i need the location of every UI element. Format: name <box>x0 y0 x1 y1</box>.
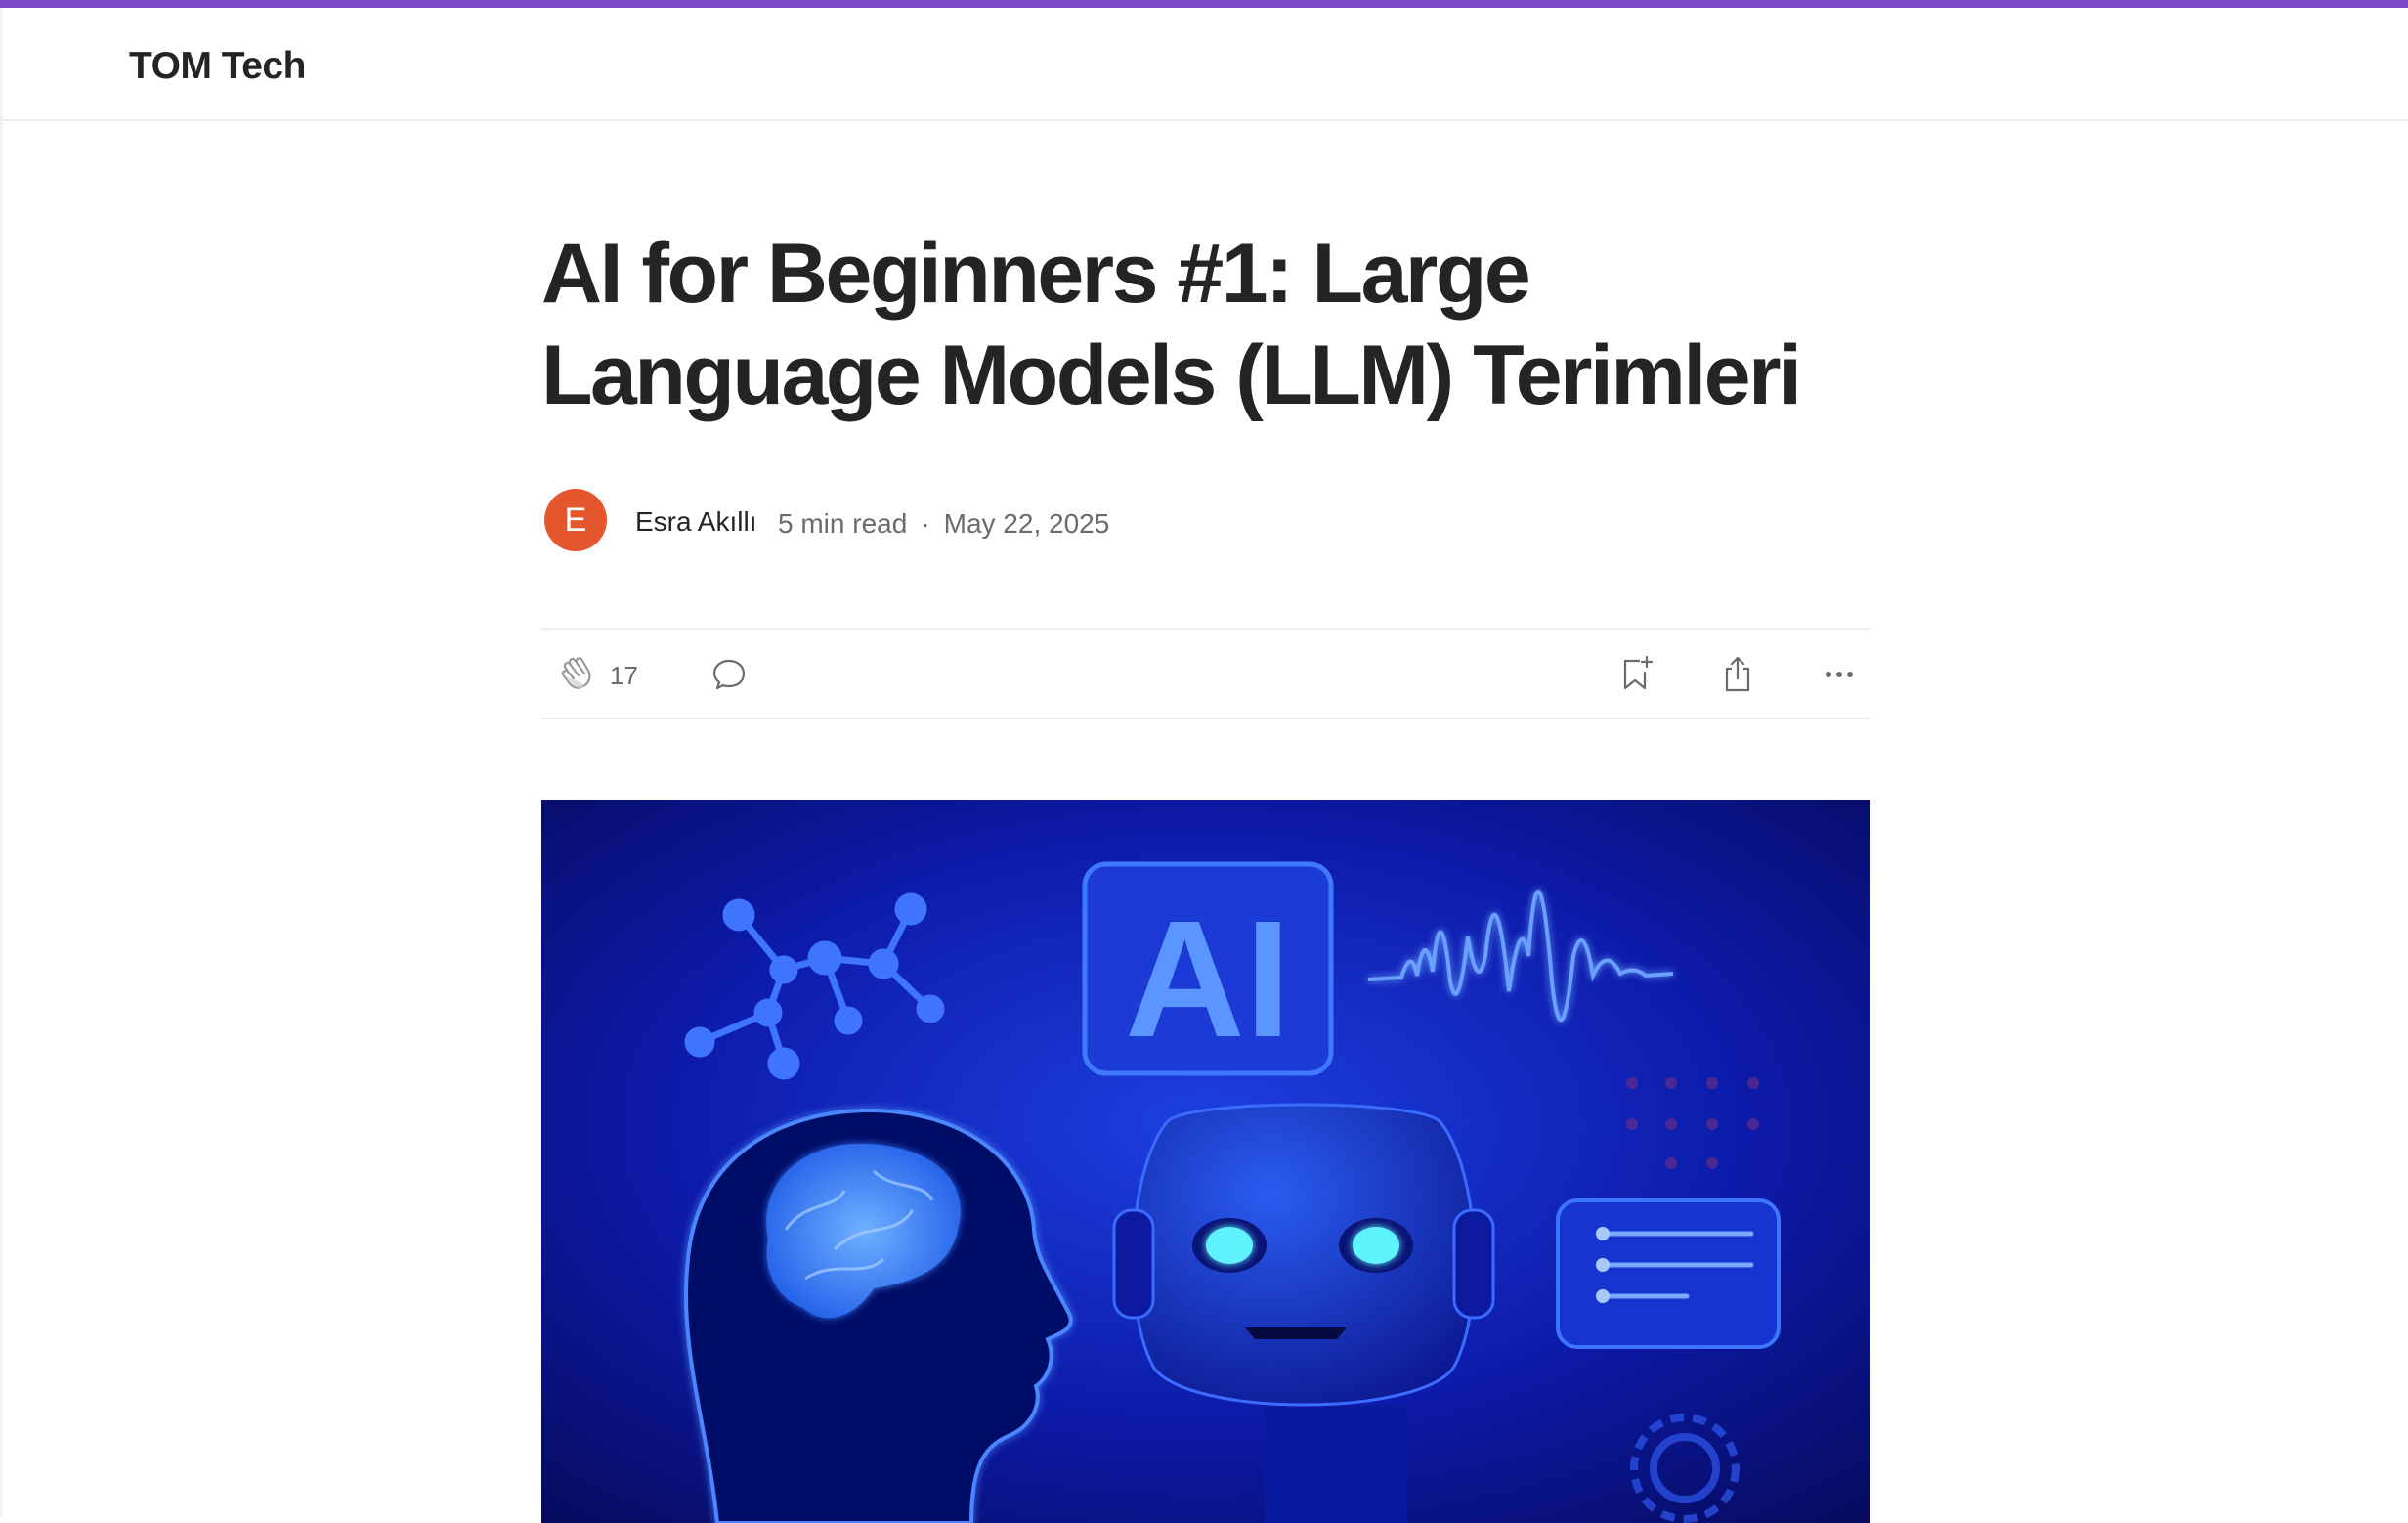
byline: E Esra Akıllı 5 min read · May 22, 2025 <box>541 489 1870 553</box>
clap-icon[interactable] <box>557 653 600 701</box>
left-border <box>0 8 3 1517</box>
chat-panel-graphic <box>1556 1198 1781 1349</box>
publication-logo-link[interactable]: TOM Tech <box>129 45 306 88</box>
comment-icon[interactable] <box>708 653 751 701</box>
ai-badge-text: AI <box>1125 887 1291 1072</box>
bookmark-add-icon[interactable] <box>1614 653 1657 701</box>
author-avatar[interactable]: E <box>544 489 607 551</box>
author-name-link[interactable]: Esra Akıllı <box>635 506 756 538</box>
meta-separator: · <box>921 508 930 539</box>
top-accent-bar <box>0 0 2408 8</box>
article-action-bar: 17 <box>541 628 1870 719</box>
share-icon[interactable] <box>1716 653 1759 701</box>
publish-date: May 22, 2025 <box>943 508 1110 539</box>
ai-badge-graphic: AI <box>1082 861 1334 1076</box>
more-options-icon[interactable] <box>1818 653 1861 701</box>
hero-image: AI <box>541 800 1870 1523</box>
read-time: 5 min read <box>778 508 908 539</box>
article-meta: 5 min read · May 22, 2025 <box>778 508 1109 540</box>
article-title: AI for Beginners #1: Large Language Mode… <box>541 227 1802 422</box>
clap-count[interactable]: 17 <box>610 661 638 691</box>
site-header: TOM Tech <box>0 8 2408 121</box>
